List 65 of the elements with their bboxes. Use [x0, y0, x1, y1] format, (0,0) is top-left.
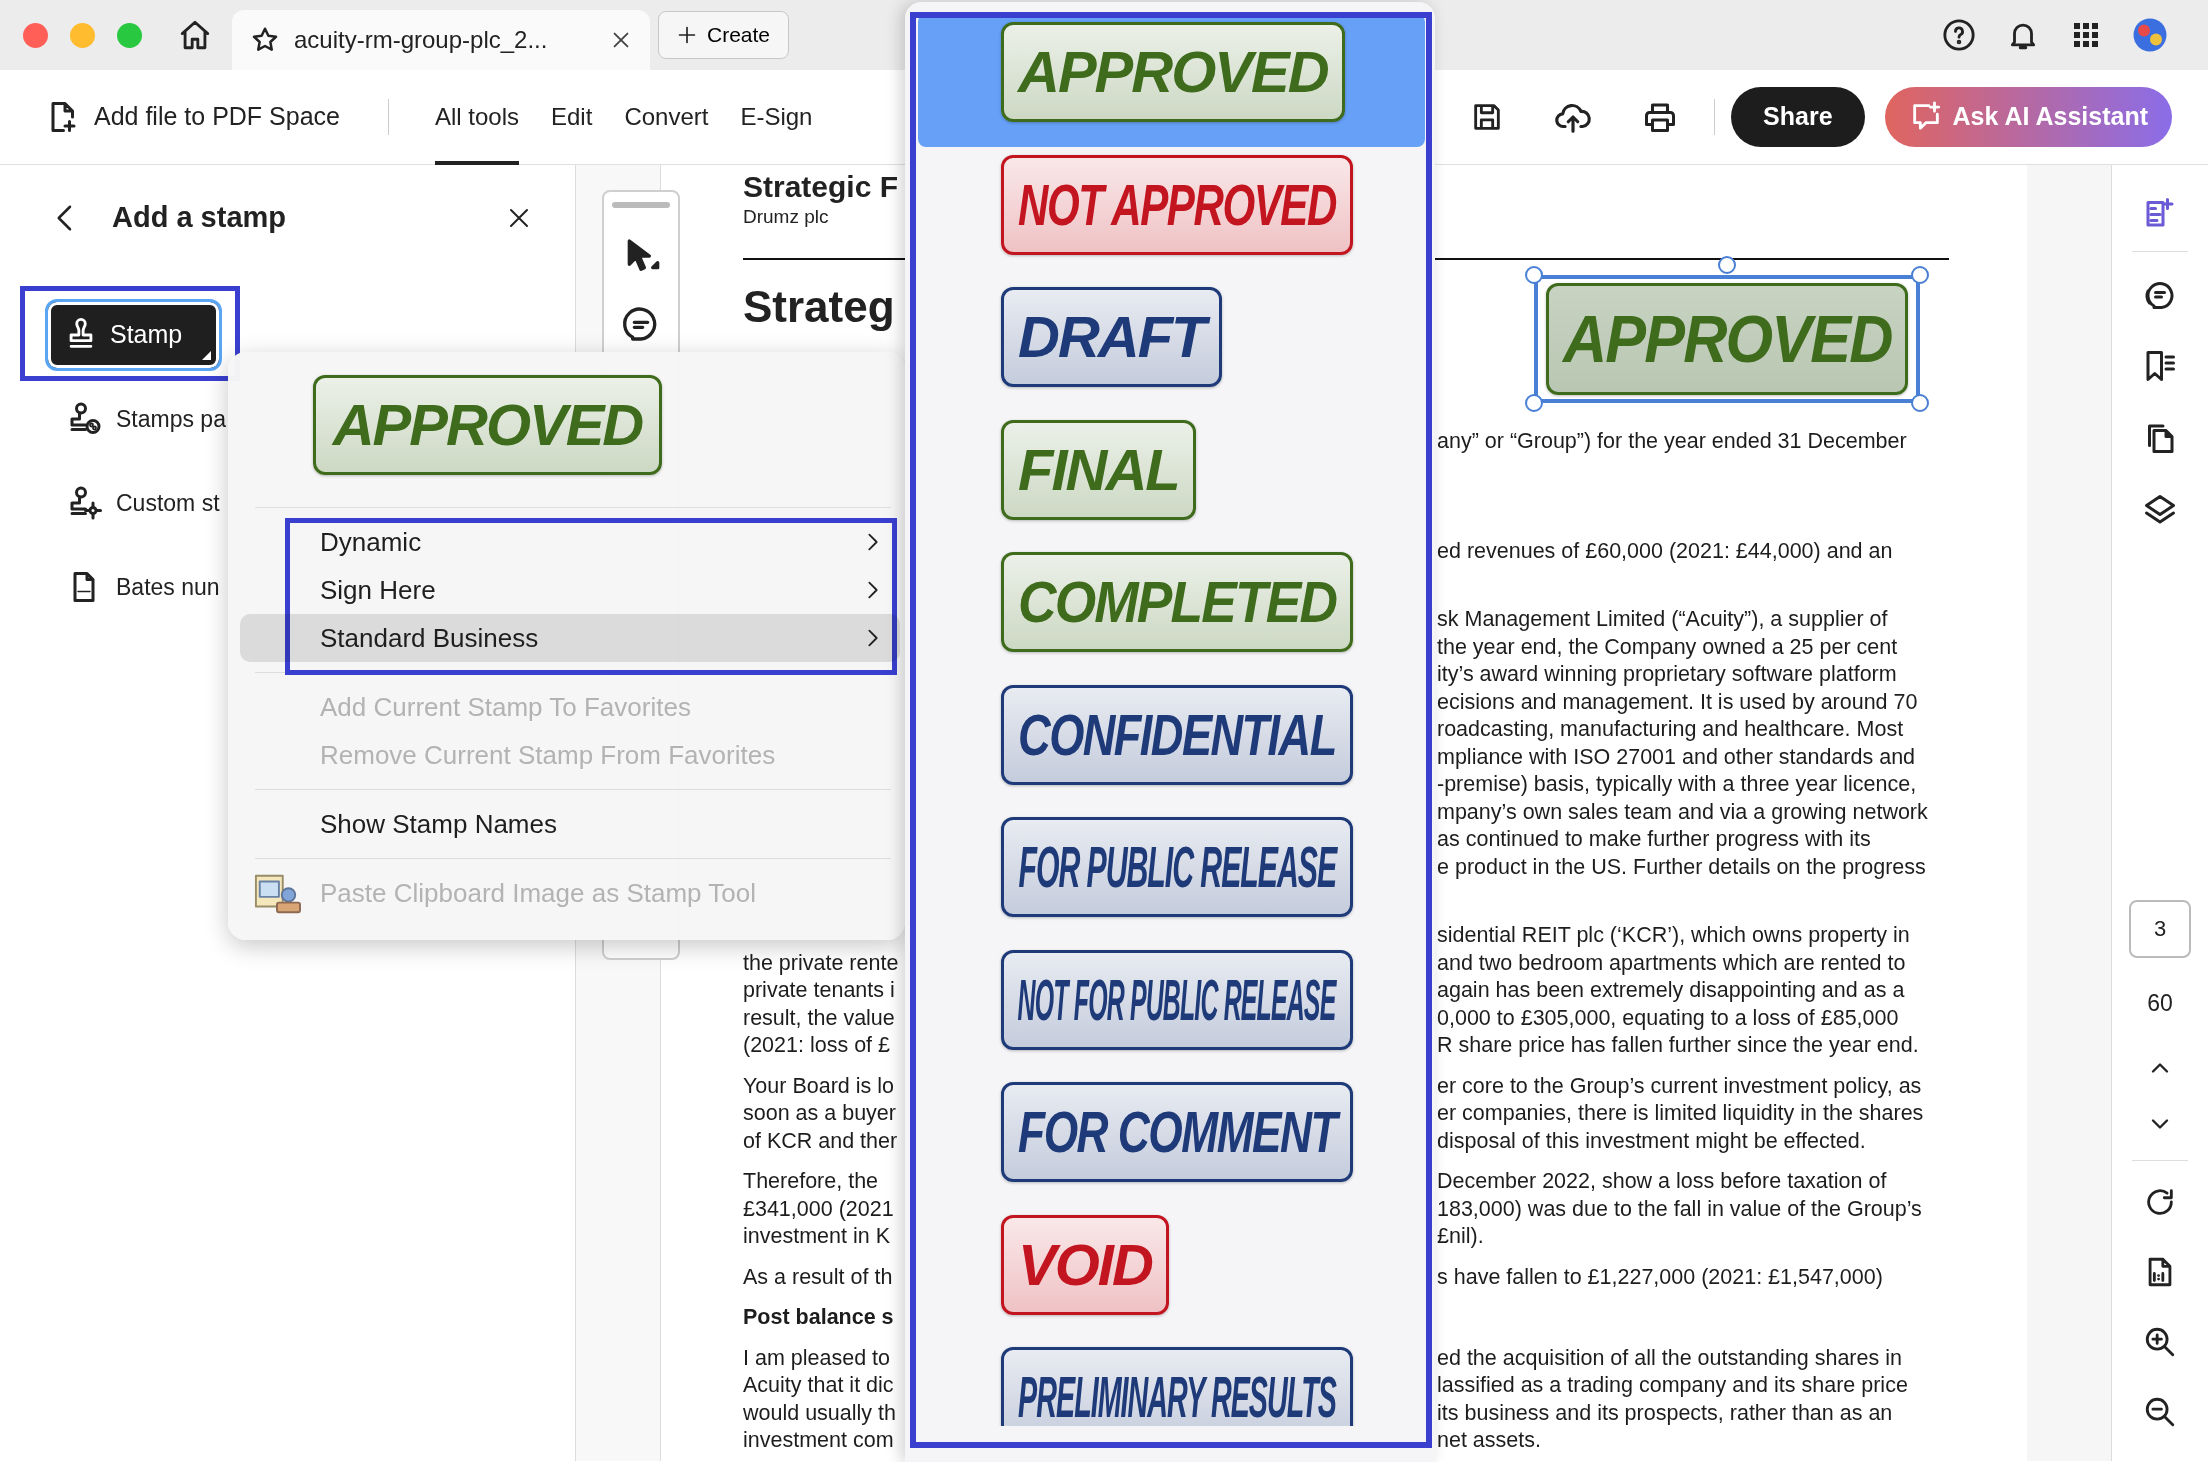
section-heading: Post balance s	[743, 1305, 894, 1329]
page-count: 60	[2147, 988, 2173, 1018]
text-line: I am pleased to	[743, 1345, 890, 1370]
stamp-preview: APPROVED	[313, 375, 662, 475]
stamp: COMPLETED	[1001, 552, 1353, 652]
text-line: its business and its prospects, rather than as an	[1437, 1400, 1893, 1425]
stamp: FOR PUBLIC RELEASE	[1001, 817, 1353, 917]
text-line: the year end, the Company owned a 25 per cent	[1437, 634, 1898, 659]
stamp: FINAL	[1001, 419, 1196, 520]
text-line: 183,000) was due to the fall in value of the Group’s	[1437, 1196, 1922, 1221]
stamp: NOT FOR PUBLIC RELEASE	[1001, 949, 1353, 1050]
text-line: ity’s award winning proprietary software platform	[1437, 662, 1897, 686]
stamp: VOID	[1001, 1214, 1169, 1315]
placed-stamp: APPROVED	[1546, 283, 1908, 395]
text-line: £nil).	[1437, 1224, 1484, 1248]
text-line: the private rente	[743, 950, 899, 975]
text-line: ed revenues of £60,000 (2021: £44,000) and an	[1437, 538, 1893, 563]
text-line: roadcasting, manufacturing and healthcare. Most	[1437, 717, 1904, 741]
text-line: R share price has fallen further since the year end.	[1437, 1033, 1919, 1057]
menu-item: Remove Current Stamp From Favorites	[319, 738, 777, 772]
text-line: (2021: loss of £	[743, 1033, 890, 1057]
text-line: any” or “Group”) for the year ended 31 December	[1437, 429, 1907, 453]
text-line: e product in the US. Further details on the progress	[1437, 854, 1926, 879]
text-line: net assets.	[1437, 1428, 1541, 1452]
text-line: and two bedroom apartments which are rented to	[1437, 950, 1906, 975]
text-line: As a result of th	[743, 1264, 893, 1289]
text-line: as continued to make further progress with its	[1437, 827, 1871, 851]
text-line: sk Management Limited (“Acuity”), a supplier of	[1437, 607, 1888, 631]
text-line: investment com	[743, 1428, 894, 1452]
text-line: Therefore, the	[743, 1169, 879, 1193]
stamp: PRELIMINARY RESULTS	[1001, 1347, 1353, 1426]
text-line: -premise) basis, typically with a three year licence,	[1437, 772, 1917, 796]
text-line: again has been extremely disappointing and as a	[1437, 978, 1905, 1002]
text-line: sidential REIT plc (‘KCR’), which owns property in	[1437, 923, 1910, 947]
company-name: Drumz plc	[743, 206, 829, 228]
menu-item: Add Current Stamp To Favorites	[319, 690, 692, 724]
text-line: er companies, there is limited liquidity in the shares	[1437, 1101, 1924, 1125]
text-line: s have fallen to £1,227,000 (2021: £1,547,000)	[1437, 1264, 1883, 1289]
text-line: 0,000 to £305,000, equating to a loss of £85,000	[1437, 1005, 1899, 1030]
stamp: FOR COMMENT	[1001, 1082, 1353, 1182]
text-line: mpliance with ISO 27001 and other standards and	[1437, 744, 1916, 769]
text-line: Acuity that it dic	[743, 1373, 894, 1397]
document-title: Strategic F	[743, 170, 899, 204]
text-line: result, the value	[743, 1005, 895, 1030]
stamp: APPROVED	[1001, 22, 1345, 122]
stamp: NOT APPROVED	[1001, 154, 1353, 255]
document-heading: Strateg	[743, 282, 895, 332]
text-line: investment in K	[743, 1224, 890, 1248]
text-line: December 2022, show a loss before taxation of	[1437, 1169, 1887, 1193]
text-line: of KCR and ther	[743, 1128, 898, 1153]
text-line: private tenants i	[743, 978, 895, 1002]
text-line: mpany’s own sales team and via a growing network	[1437, 799, 1928, 824]
stamp: DRAFT	[1001, 287, 1222, 387]
text-line: ecisions and management. It is used by around 70	[1437, 689, 1918, 714]
text-line: £341,000 (2021	[743, 1196, 894, 1221]
stamp: CONFIDENTIAL	[1001, 684, 1353, 785]
text-line: soon as a buyer	[743, 1101, 896, 1125]
text-line: lassified as a trading company and its share price	[1437, 1373, 1908, 1397]
menu-item: Paste Clipboard Image as Stamp Tool	[240, 869, 900, 917]
text-line: Your Board is lo	[743, 1073, 894, 1098]
panel-title: Add a stamp	[112, 200, 288, 236]
text-line: ed the acquisition of all the outstanding shares in	[1437, 1345, 1902, 1370]
text-line: would usually th	[743, 1400, 896, 1425]
text-line: disposal of this investment might be effected.	[1437, 1128, 1866, 1153]
text-line: er core to the Group’s current investment policy, as	[1437, 1073, 1922, 1098]
